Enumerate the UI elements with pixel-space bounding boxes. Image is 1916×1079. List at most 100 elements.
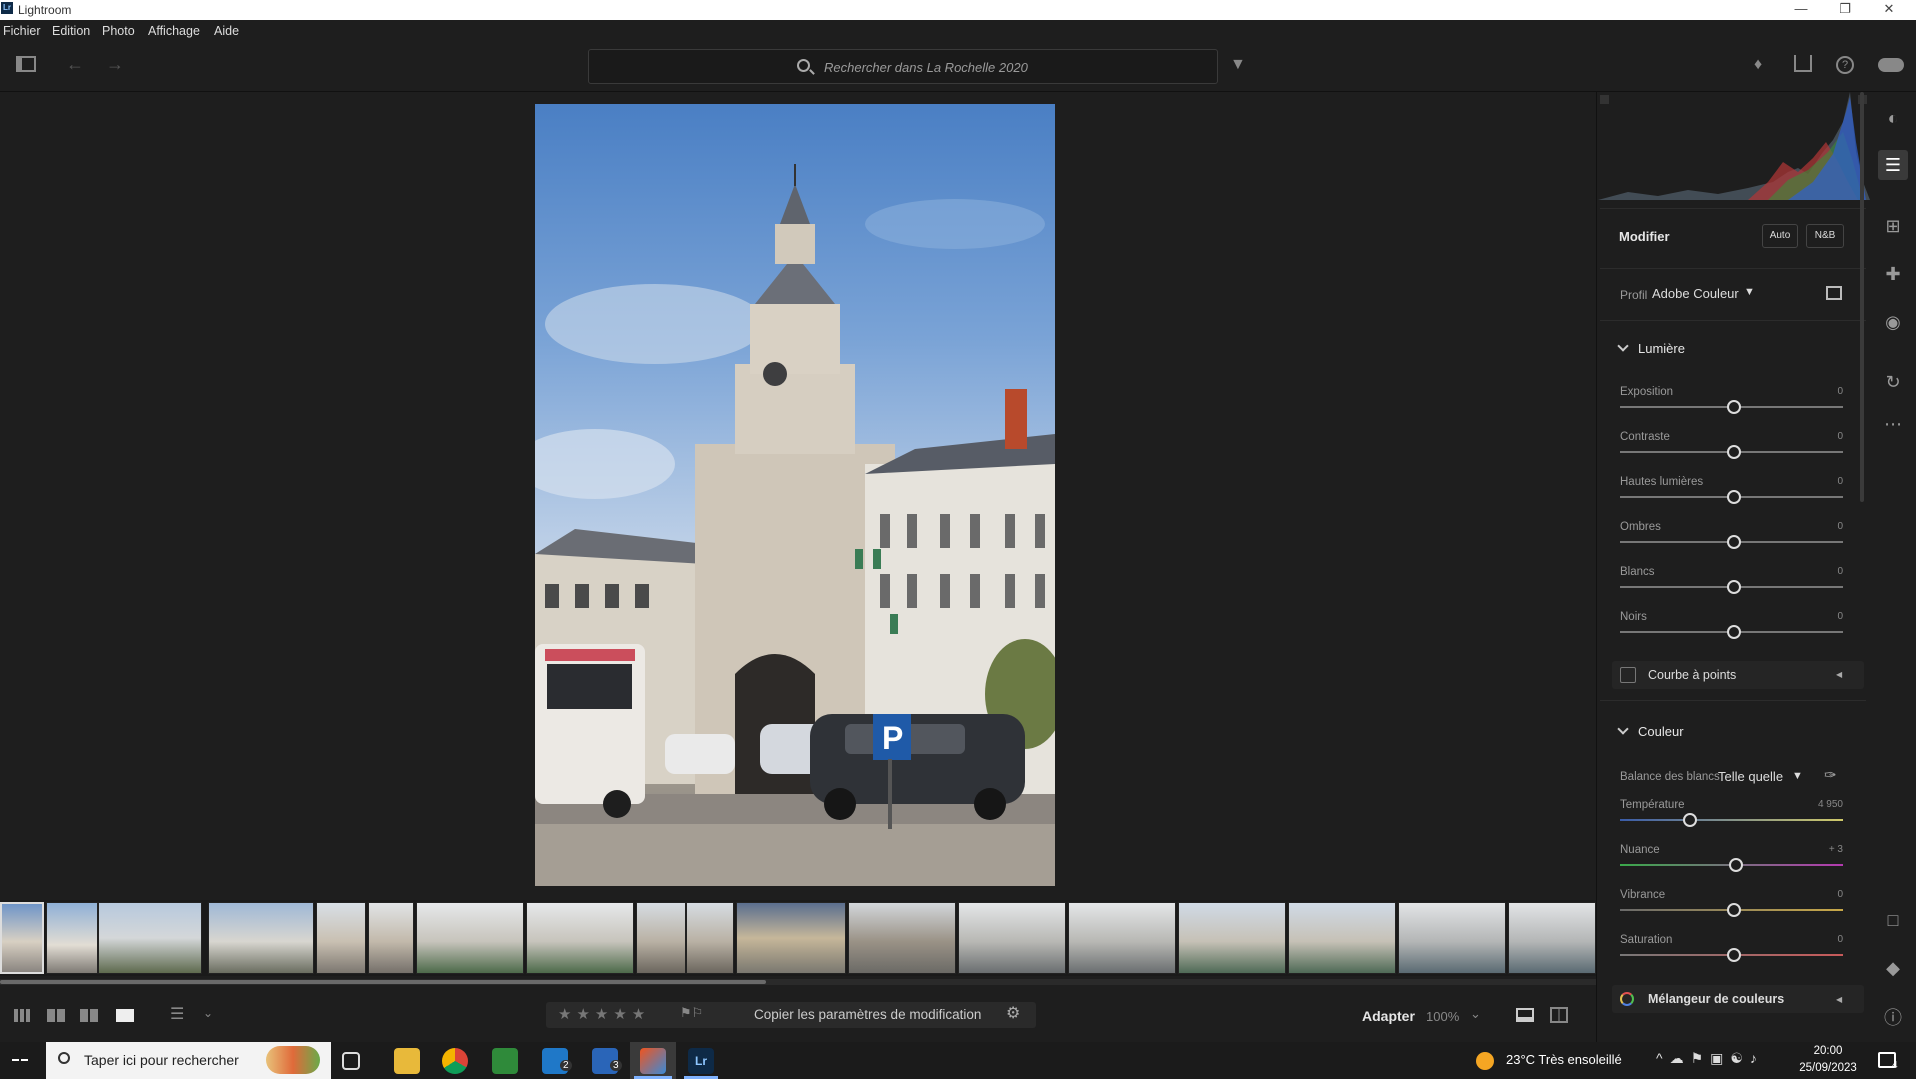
- filmstrip-thumbnail[interactable]: [316, 902, 366, 974]
- color-slider-value-1[interactable]: + 3: [1803, 844, 1843, 855]
- filmstrip-thumbnail[interactable]: [686, 902, 734, 974]
- profile-browser-icon[interactable]: [1826, 286, 1842, 300]
- filmstrip-thumbnail[interactable]: [1508, 902, 1596, 974]
- filmstrip-thumbnail[interactable]: [1288, 902, 1396, 974]
- menu-edition[interactable]: Edition: [52, 24, 90, 38]
- close-icon[interactable]: ✕: [1868, 0, 1910, 20]
- grid-small-view-icon[interactable]: [14, 1009, 32, 1022]
- light-slider-value-5[interactable]: 0: [1803, 611, 1843, 622]
- clock-time[interactable]: 20:00: [1798, 1045, 1858, 1057]
- profile-chevron-down-icon[interactable]: ▼: [1744, 286, 1755, 298]
- presets-icon[interactable]: ◐: [1882, 108, 1904, 130]
- detail-view-icon[interactable]: [116, 1009, 134, 1022]
- info-icon[interactable]: ⓘ: [1882, 1004, 1904, 1028]
- filmstrip-thumbnail[interactable]: [526, 902, 634, 974]
- menu-affichage[interactable]: Affichage: [148, 24, 200, 38]
- bell-icon[interactable]: ♦: [1754, 56, 1762, 74]
- color-slider-value-0[interactable]: 4 950: [1803, 799, 1843, 810]
- task-view-icon[interactable]: [342, 1052, 360, 1070]
- light-slider-handle-1[interactable]: [1727, 445, 1741, 459]
- color-slider-handle-2[interactable]: [1727, 903, 1741, 917]
- zoom-chevron-down-icon[interactable]: ⌄: [1470, 1006, 1481, 1022]
- light-slider-handle-0[interactable]: [1727, 400, 1741, 414]
- maximize-icon[interactable]: ❐: [1824, 0, 1866, 20]
- masking-icon[interactable]: ◉: [1882, 312, 1904, 334]
- lumiere-section-header[interactable]: Lumière: [1638, 341, 1685, 356]
- color-slider-handle-0[interactable]: [1683, 813, 1697, 827]
- flag-icons[interactable]: ⚑⚐: [680, 1005, 703, 1021]
- weather-text[interactable]: 23°C Très ensoleillé: [1506, 1052, 1622, 1067]
- filter-icon[interactable]: ▼: [1230, 56, 1246, 74]
- star-rating[interactable]: ★★★★★: [558, 1005, 650, 1023]
- clock-date[interactable]: 25/09/2023: [1798, 1062, 1858, 1074]
- more-options-icon[interactable]: ⋯: [1882, 414, 1904, 436]
- share-icon[interactable]: [1794, 55, 1812, 72]
- couleur-section-header[interactable]: Couleur: [1638, 724, 1684, 739]
- comments-icon[interactable]: □: [1882, 910, 1904, 932]
- help-icon[interactable]: ?: [1836, 56, 1854, 74]
- light-slider-value-0[interactable]: 0: [1803, 386, 1843, 397]
- color-slider-value-2[interactable]: 0: [1803, 889, 1843, 900]
- filmstrip-thumbnail[interactable]: [46, 902, 98, 974]
- scrollbar-thumb[interactable]: [0, 980, 766, 984]
- settings-gear-icon[interactable]: ⚙: [1006, 1003, 1020, 1023]
- compare-view-icon[interactable]: [1550, 1007, 1568, 1023]
- taskbar-search-box[interactable]: Taper ici pour rechercher: [46, 1042, 331, 1079]
- filmstrip-thumbnail[interactable]: [368, 902, 414, 974]
- point-curve-caret-icon[interactable]: ◀: [1836, 670, 1842, 679]
- color-slider-handle-3[interactable]: [1727, 948, 1741, 962]
- edit-sliders-icon[interactable]: ☰: [1878, 150, 1908, 180]
- fit-zoom-label[interactable]: Adapter: [1362, 1008, 1415, 1024]
- filmstrip-thumbnail[interactable]: [1068, 902, 1176, 974]
- color-mixer-caret-icon[interactable]: ◀: [1836, 995, 1842, 1004]
- profile-select[interactable]: Adobe Couleur: [1652, 286, 1739, 301]
- history-icon[interactable]: ↻: [1882, 372, 1904, 394]
- chrome-icon[interactable]: [442, 1048, 468, 1074]
- sort-icon[interactable]: ☰: [170, 1004, 184, 1024]
- filmstrip-thumbnail[interactable]: [736, 902, 846, 974]
- main-photo[interactable]: P: [535, 104, 1055, 886]
- wb-select[interactable]: Telle quelle: [1718, 769, 1783, 784]
- auto-button[interactable]: Auto: [1762, 224, 1798, 248]
- menu-photo[interactable]: Photo: [102, 24, 135, 38]
- system-tray-icons[interactable]: ^☁⚑▣☯♪: [1656, 1050, 1764, 1067]
- light-slider-handle-4[interactable]: [1727, 580, 1741, 594]
- grid-large-view-icon[interactable]: [47, 1009, 65, 1022]
- filmstrip-thumbnail[interactable]: [0, 902, 44, 974]
- healing-icon[interactable]: ✚: [1882, 264, 1904, 286]
- light-slider-value-2[interactable]: 0: [1803, 476, 1843, 487]
- eyedropper-icon[interactable]: ✑: [1824, 766, 1837, 784]
- filmstrip-thumbnail[interactable]: [1398, 902, 1506, 974]
- filmstrip-scrollbar[interactable]: [0, 979, 1596, 985]
- undo-arrow-icon[interactable]: ←: [66, 54, 84, 75]
- panel-toggle-icon[interactable]: [16, 56, 36, 72]
- lightroom-taskbar-icon[interactable]: Lr: [688, 1048, 714, 1074]
- hd-app-icon[interactable]: [640, 1048, 666, 1074]
- color-slider-handle-1[interactable]: [1729, 858, 1743, 872]
- filmstrip-thumbnail[interactable]: [958, 902, 1066, 974]
- light-slider-value-4[interactable]: 0: [1803, 566, 1843, 577]
- light-slider-handle-5[interactable]: [1727, 625, 1741, 639]
- color-slider-track-0[interactable]: [1620, 819, 1843, 821]
- sort-chevron-down-icon[interactable]: ⌄: [203, 1006, 213, 1020]
- money-app-icon[interactable]: [492, 1048, 518, 1074]
- filmstrip-thumbnail[interactable]: [98, 902, 202, 974]
- search-bar[interactable]: [588, 49, 1218, 84]
- search-input[interactable]: [824, 58, 1204, 76]
- shadow-clip-indicator[interactable]: [1600, 95, 1609, 104]
- crop-icon[interactable]: ⊞: [1882, 216, 1904, 238]
- filmstrip-thumbnail[interactable]: [848, 902, 956, 974]
- menu-fichier[interactable]: Fichier: [3, 24, 41, 38]
- light-slider-value-1[interactable]: 0: [1803, 431, 1843, 442]
- filmstrip-thumbnail[interactable]: [1178, 902, 1286, 974]
- menu-aide[interactable]: Aide: [214, 24, 239, 38]
- zoom-level[interactable]: 100%: [1426, 1009, 1459, 1024]
- square-grid-view-icon[interactable]: [80, 1009, 98, 1022]
- wb-chevron-down-icon[interactable]: ▼: [1792, 770, 1803, 782]
- cloud-icon[interactable]: [1878, 58, 1904, 72]
- filmstrip-thumbnail[interactable]: [636, 902, 686, 974]
- color-slider-value-3[interactable]: 0: [1803, 934, 1843, 945]
- bw-button[interactable]: N&B: [1806, 224, 1844, 248]
- filmstrip-thumbnail[interactable]: [208, 902, 314, 974]
- filmstrip-thumbnail[interactable]: [416, 902, 524, 974]
